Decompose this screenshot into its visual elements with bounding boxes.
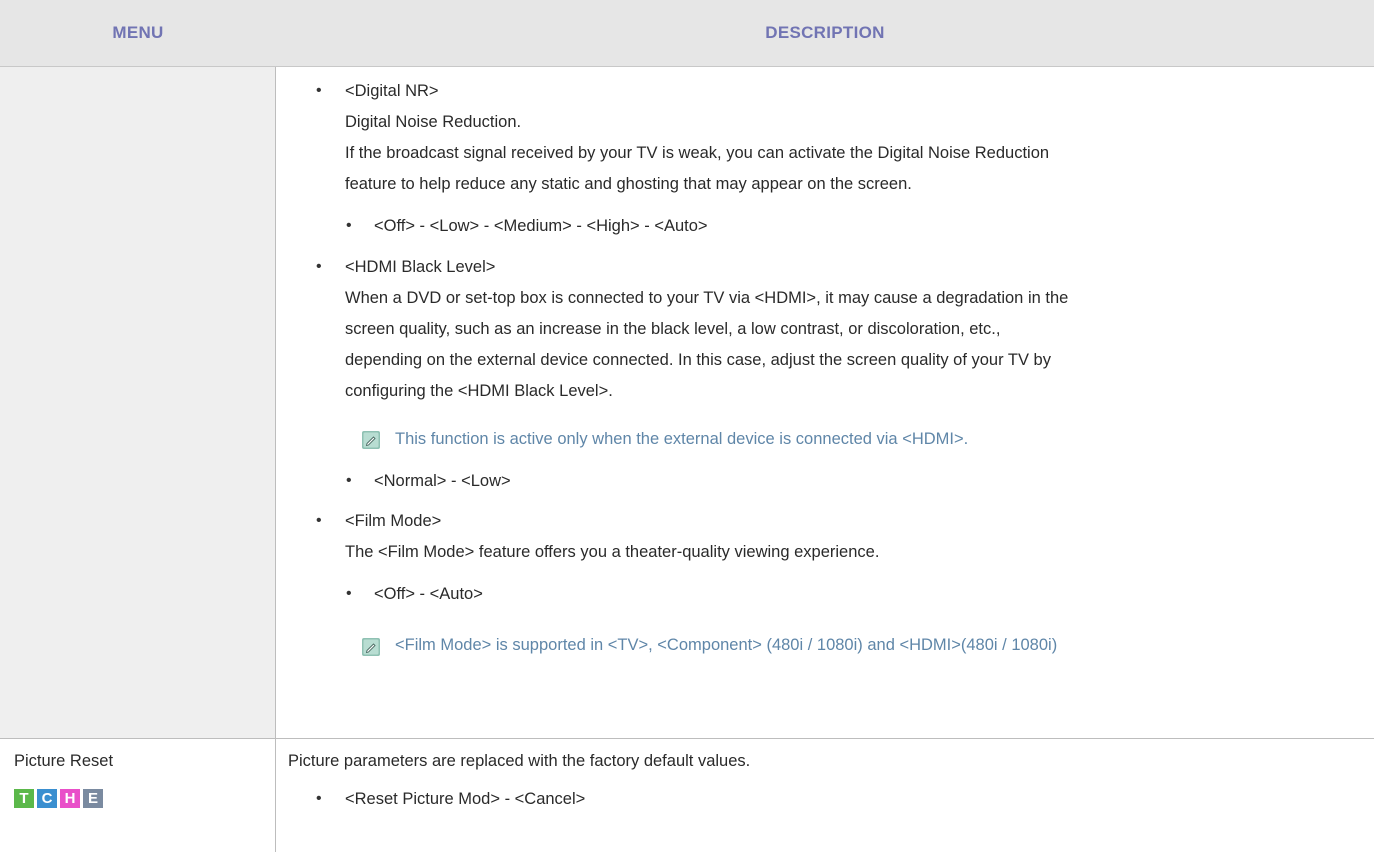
picture-reset-description: Picture parameters are replaced with the… — [288, 752, 751, 770]
bullet-icon: • — [316, 790, 322, 807]
badge-c: C — [37, 789, 57, 808]
film-mode-note-text: <Film Mode> is supported in <TV>, <Compo… — [395, 636, 1058, 654]
digital-nr-description: If the broadcast signal received by your… — [345, 144, 1050, 162]
bullet-icon: • — [346, 472, 352, 489]
film-mode-title: <Film Mode> — [345, 512, 442, 530]
hdmi-black-level-description: screen quality, such as an increase in t… — [345, 320, 1001, 338]
badge-t: T — [14, 789, 34, 808]
picture-reset-options: <Reset Picture Mod> - <Cancel> — [345, 790, 586, 808]
digital-nr-title: <Digital NR> — [345, 82, 439, 100]
film-mode-description: The <Film Mode> feature offers you a the… — [345, 543, 880, 561]
menu-cell — [0, 67, 276, 739]
bullet-icon: • — [346, 217, 352, 234]
hdmi-note-text: This function is active only when the ex… — [395, 430, 969, 448]
digital-nr-options: <Off> - <Low> - <Medium> - <High> - <Aut… — [374, 217, 708, 235]
badge-h: H — [60, 789, 80, 808]
note-icon — [362, 638, 380, 656]
manual-page: MENU DESCRIPTION • <Digital NR> Digital … — [0, 0, 1374, 852]
hdmi-black-level-description: depending on the external device connect… — [345, 351, 1051, 369]
film-mode-options: <Off> - <Auto> — [374, 585, 483, 603]
hdmi-black-level-description: configuring the <HDMI Black Level>. — [345, 382, 613, 400]
table-header: MENU DESCRIPTION — [0, 0, 1374, 67]
hdmi-black-level-description: When a DVD or set-top box is connected t… — [345, 289, 1069, 307]
bullet-icon: • — [316, 512, 322, 529]
menu-column-header: MENU — [112, 23, 164, 42]
digital-nr-subtitle: Digital Noise Reduction. — [345, 113, 522, 131]
picture-reset-menu-label: Picture Reset — [14, 752, 114, 770]
bullet-icon: • — [346, 585, 352, 602]
bullet-icon: • — [316, 82, 322, 99]
description-column-header: DESCRIPTION — [765, 23, 885, 42]
bullet-icon: • — [316, 258, 322, 275]
digital-nr-description: feature to help reduce any static and gh… — [345, 175, 912, 193]
note-icon — [362, 431, 380, 449]
badge-e: E — [83, 789, 103, 808]
hdmi-black-level-options: <Normal> - <Low> — [374, 472, 511, 490]
hdmi-black-level-title: <HDMI Black Level> — [345, 258, 496, 276]
